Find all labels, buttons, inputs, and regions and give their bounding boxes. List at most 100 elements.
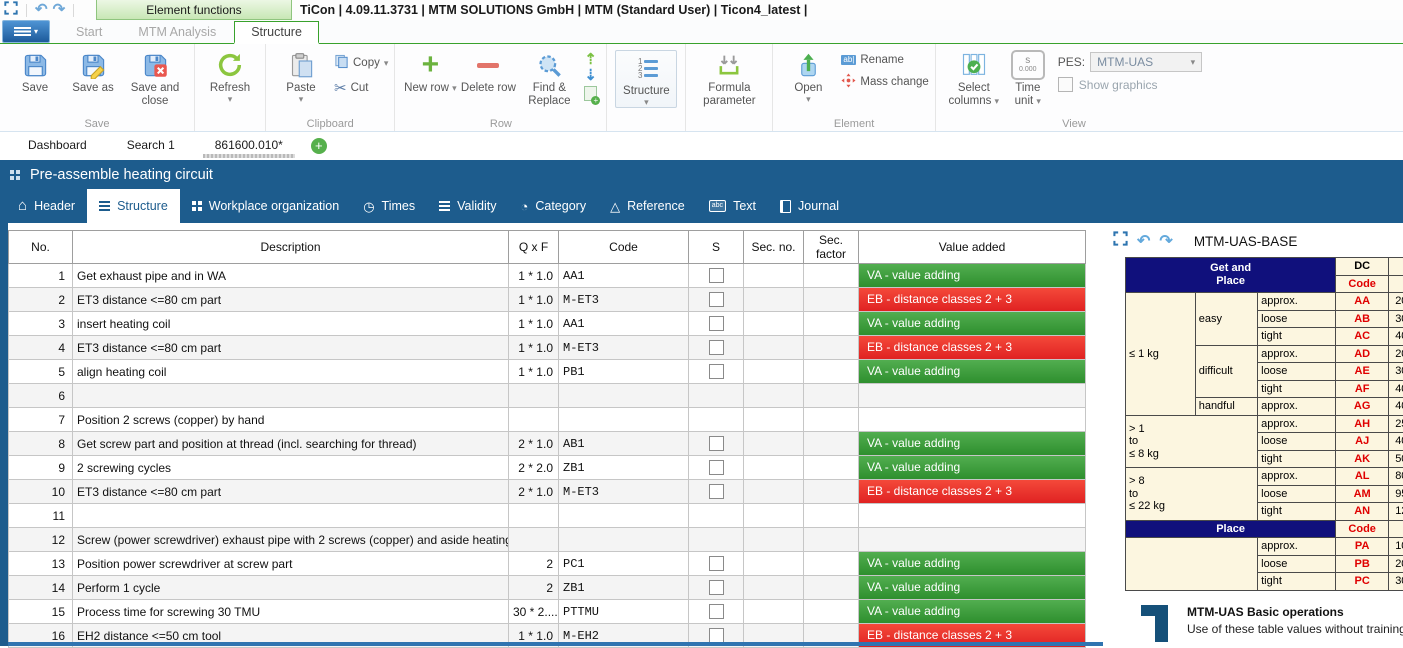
- row-number[interactable]: 1: [9, 264, 73, 288]
- tab-journal[interactable]: Journal: [768, 189, 851, 223]
- delete-row-button[interactable]: Delete row: [460, 48, 516, 95]
- value-added-cell[interactable]: [859, 504, 1086, 528]
- value-added-cell[interactable]: EB - distance classes 2 + 3: [859, 480, 1086, 504]
- tab-structure[interactable]: Structure: [87, 189, 180, 223]
- row-number[interactable]: 4: [9, 336, 73, 360]
- value-added-cell[interactable]: VA - value adding: [859, 552, 1086, 576]
- column-header[interactable]: S: [689, 231, 744, 264]
- sec-factor-cell[interactable]: [804, 408, 859, 432]
- sec-factor-cell[interactable]: [804, 312, 859, 336]
- value-added-cell[interactable]: VA - value adding: [859, 432, 1086, 456]
- description-cell[interactable]: ET3 distance <=80 cm part: [73, 480, 509, 504]
- row-checkbox[interactable]: [709, 460, 724, 475]
- row-number[interactable]: 15: [9, 600, 73, 624]
- qxf-cell[interactable]: 1 * 1.0: [509, 288, 559, 312]
- row-checkbox[interactable]: [709, 628, 724, 643]
- row-checkbox[interactable]: [709, 268, 724, 283]
- time-unit-button[interactable]: s 0.000 Time unit ▾: [1007, 48, 1049, 108]
- code-cell[interactable]: AA1: [559, 264, 689, 288]
- ribbon-tab-start[interactable]: Start: [58, 22, 120, 43]
- qxf-cell[interactable]: 30 * 2....: [509, 600, 559, 624]
- row-checkbox[interactable]: [709, 364, 724, 379]
- sec-no-cell[interactable]: [744, 432, 804, 456]
- sec-no-cell[interactable]: [744, 552, 804, 576]
- tab-validity[interactable]: Validity: [427, 189, 508, 223]
- s-checkbox-cell[interactable]: [689, 456, 744, 480]
- ribbon-tab-mtm-analysis[interactable]: MTM Analysis: [120, 22, 234, 43]
- copy-button[interactable]: Copy ▾: [334, 54, 388, 72]
- tab-category[interactable]: ◔Category: [508, 189, 598, 223]
- move-up-icon[interactable]: ⇡: [584, 54, 597, 66]
- row-checkbox[interactable]: [709, 340, 724, 355]
- code-cell[interactable]: AA1: [559, 312, 689, 336]
- row-checkbox[interactable]: [709, 484, 724, 499]
- row-number[interactable]: 5: [9, 360, 73, 384]
- rename-button[interactable]: ab| Rename: [841, 54, 928, 66]
- undo-icon[interactable]: ↶: [35, 3, 48, 17]
- row-number[interactable]: 3: [9, 312, 73, 336]
- s-checkbox-cell[interactable]: [689, 432, 744, 456]
- tab-text[interactable]: abcText: [697, 189, 768, 223]
- sec-factor-cell[interactable]: [804, 504, 859, 528]
- sec-factor-cell[interactable]: [804, 384, 859, 408]
- value-added-cell[interactable]: VA - value adding: [859, 456, 1086, 480]
- s-checkbox-cell[interactable]: [689, 504, 744, 528]
- value-added-cell[interactable]: VA - value adding: [859, 576, 1086, 600]
- s-checkbox-cell[interactable]: [689, 264, 744, 288]
- column-header[interactable]: Value added: [859, 231, 1086, 264]
- qxf-cell[interactable]: [509, 408, 559, 432]
- show-graphics-checkbox[interactable]: [1058, 77, 1073, 92]
- sec-factor-cell[interactable]: [804, 576, 859, 600]
- description-cell[interactable]: Get exhaust pipe and in WA: [73, 264, 509, 288]
- sec-no-cell[interactable]: [744, 288, 804, 312]
- value-added-cell[interactable]: [859, 408, 1086, 432]
- restore-window-icon[interactable]: [4, 1, 18, 20]
- code-cell[interactable]: ZB1: [559, 456, 689, 480]
- add-document-icon[interactable]: [584, 86, 597, 101]
- code-cell[interactable]: [559, 504, 689, 528]
- column-header[interactable]: Q x F: [509, 231, 559, 264]
- sec-factor-cell[interactable]: [804, 288, 859, 312]
- code-cell[interactable]: M-ET3: [559, 336, 689, 360]
- description-cell[interactable]: ET3 distance <=80 cm part: [73, 288, 509, 312]
- sec-no-cell[interactable]: [744, 504, 804, 528]
- row-number[interactable]: 8: [9, 432, 73, 456]
- qxf-cell[interactable]: 1 * 1.0: [509, 312, 559, 336]
- save-and-close-button[interactable]: Save and close: [123, 48, 187, 108]
- paste-button[interactable]: Paste ▾: [273, 48, 329, 104]
- sec-no-cell[interactable]: [744, 528, 804, 552]
- s-checkbox-cell[interactable]: [689, 576, 744, 600]
- s-checkbox-cell[interactable]: [689, 384, 744, 408]
- save-as-button[interactable]: Save as: [65, 48, 121, 95]
- description-cell[interactable]: insert heating coil: [73, 312, 509, 336]
- expand-panel-icon[interactable]: [1113, 231, 1128, 251]
- ribbon-tab-structure[interactable]: Structure: [234, 21, 319, 44]
- code-cell[interactable]: PC1: [559, 552, 689, 576]
- sec-factor-cell[interactable]: [804, 456, 859, 480]
- code-cell[interactable]: AB1: [559, 432, 689, 456]
- column-header[interactable]: Sec. no.: [744, 231, 804, 264]
- qxf-cell[interactable]: 2 * 2.0: [509, 456, 559, 480]
- description-cell[interactable]: Get screw part and position at thread (i…: [73, 432, 509, 456]
- cut-button[interactable]: ✂ Cut: [334, 79, 388, 97]
- description-cell[interactable]: Screw (power screwdriver) exhaust pipe w…: [73, 528, 509, 552]
- row-checkbox[interactable]: [709, 580, 724, 595]
- description-cell[interactable]: 2 screwing cycles: [73, 456, 509, 480]
- description-cell[interactable]: [73, 384, 509, 408]
- row-checkbox[interactable]: [709, 316, 724, 331]
- qxf-cell[interactable]: 2 * 1.0: [509, 432, 559, 456]
- qxf-cell[interactable]: 2: [509, 576, 559, 600]
- sec-factor-cell[interactable]: [804, 360, 859, 384]
- value-added-cell[interactable]: VA - value adding: [859, 360, 1086, 384]
- contextual-tab-element-functions[interactable]: Element functions: [96, 0, 292, 20]
- formula-parameter-button[interactable]: Formula parameter: [693, 48, 765, 108]
- redo-icon[interactable]: ↷: [53, 3, 66, 17]
- value-added-cell[interactable]: VA - value adding: [859, 600, 1086, 624]
- s-checkbox-cell[interactable]: [689, 600, 744, 624]
- sec-no-cell[interactable]: [744, 384, 804, 408]
- row-number[interactable]: 13: [9, 552, 73, 576]
- row-number[interactable]: 6: [9, 384, 73, 408]
- description-cell[interactable]: Position power screwdriver at screw part: [73, 552, 509, 576]
- application-menu-button[interactable]: ▾: [2, 20, 50, 43]
- column-header[interactable]: Code: [559, 231, 689, 264]
